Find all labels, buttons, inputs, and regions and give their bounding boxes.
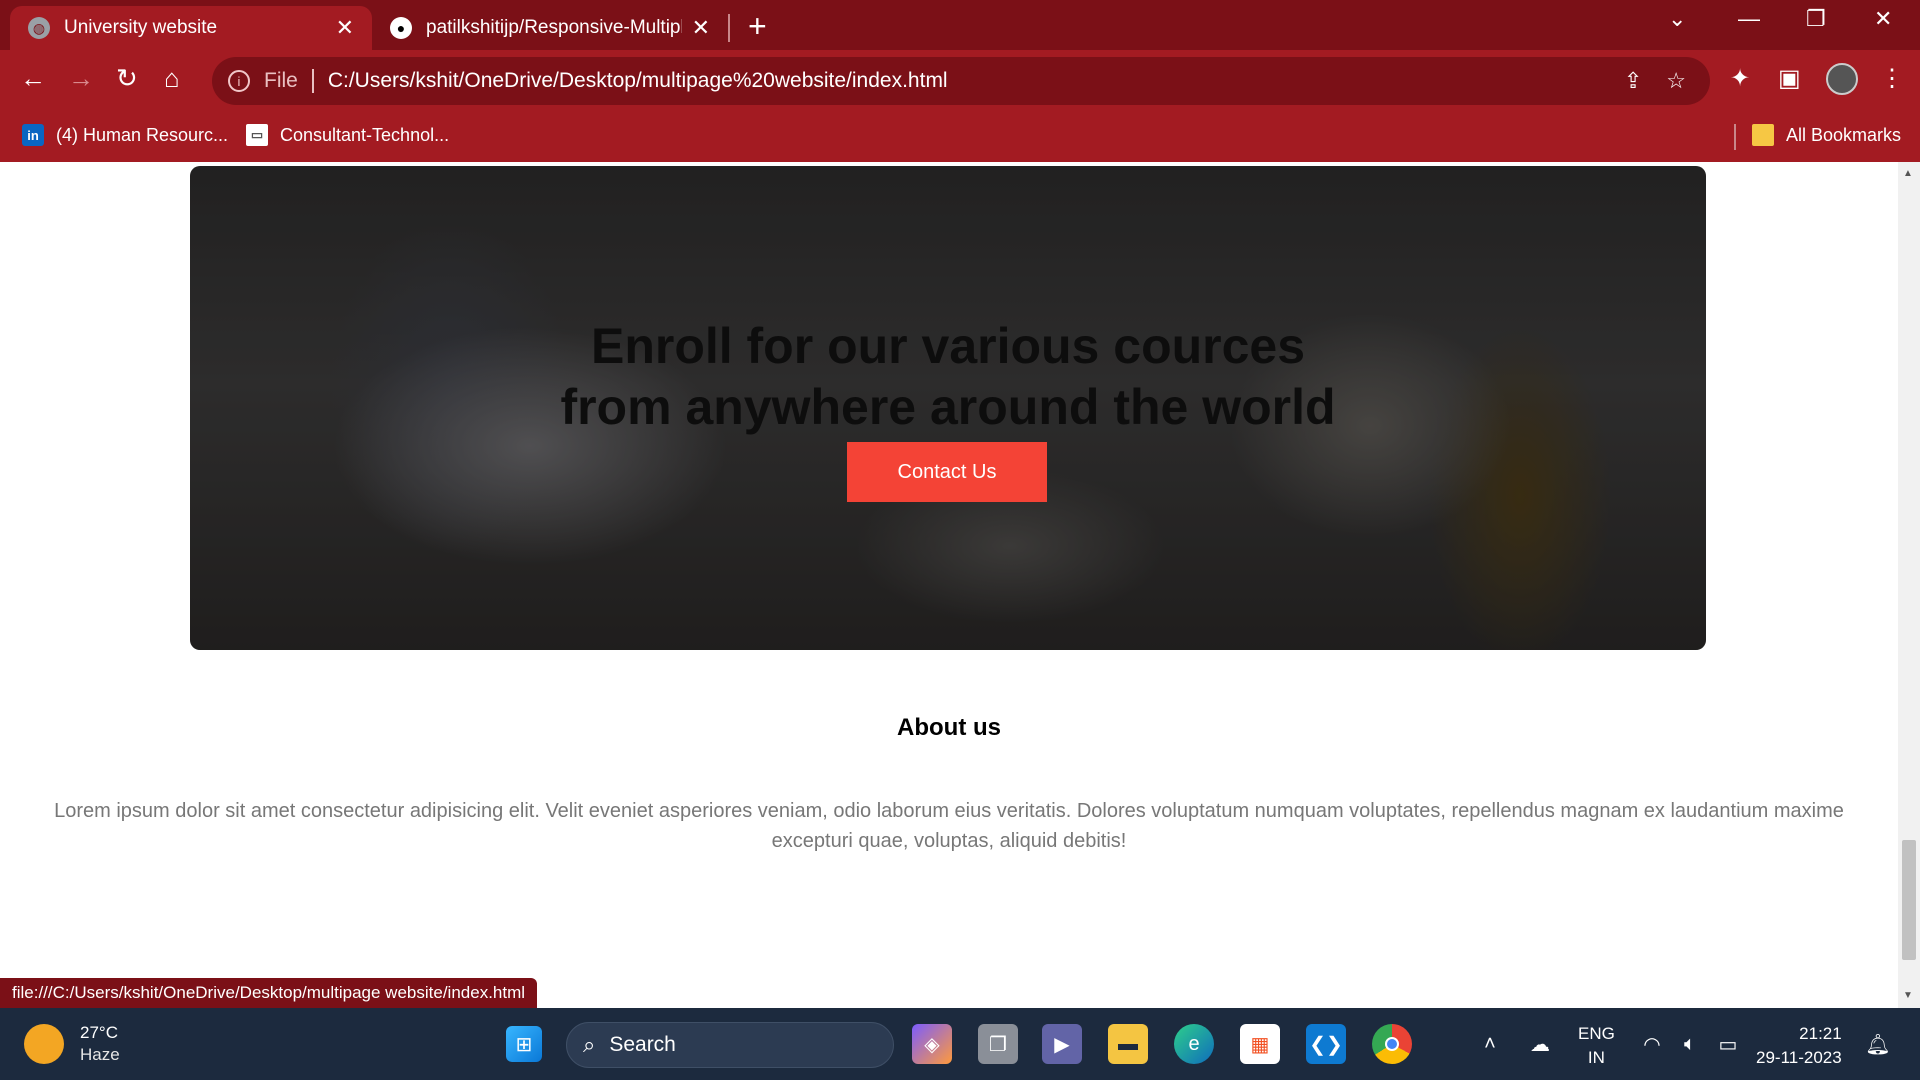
browser-toolbar: ← → ↻ ⌂ i File C:/Users/kshit/OneDrive/D… [0, 50, 1920, 112]
start-icon[interactable]: ⊞ [506, 1026, 542, 1062]
tab-search-icon[interactable]: ⌄ [1668, 6, 1686, 32]
hero-heading: Enroll for our various cources from anyw… [190, 316, 1706, 438]
close-icon[interactable]: ✕ [336, 15, 354, 41]
copilot-icon[interactable]: ◈ [912, 1024, 952, 1064]
language-indicator[interactable]: ENG IN [1578, 1022, 1615, 1070]
site-icon: ▭ [246, 124, 268, 146]
chrome-icon[interactable] [1372, 1024, 1412, 1064]
about-text: Lorem ipsum dolor sit amet consectetur a… [54, 800, 1844, 852]
system-clock[interactable]: 21:21 29-11-2023 [1756, 1022, 1842, 1070]
notification-bell-icon[interactable]: 🔔︎ [1858, 1024, 1898, 1064]
volume-icon[interactable]: 🔈︎ [1670, 1024, 1710, 1064]
weather-condition: Haze [80, 1045, 120, 1064]
bookmark-label: Consultant-Technol... [280, 124, 450, 145]
info-icon[interactable]: i [228, 70, 250, 92]
linkedin-icon: in [22, 124, 44, 146]
battery-icon[interactable]: ▭ [1708, 1024, 1748, 1064]
about-title: About us [897, 714, 1001, 741]
tab-github[interactable]: ● patilkshitijp/Responsive-Multiple ✕ [372, 6, 728, 50]
bookmark-human-resources[interactable]: in (4) Human Resourc... [22, 124, 228, 146]
file-explorer-icon[interactable]: ▬ [1108, 1024, 1148, 1064]
scheme-label: File [264, 69, 298, 92]
bookmark-label: (4) Human Resourc... [56, 124, 229, 145]
hero-heading-line2: from anywhere around the world [560, 379, 1336, 435]
share-icon[interactable]: ⇪ [1624, 68, 1642, 94]
reload-icon[interactable]: ↻ [116, 63, 138, 94]
window-close-icon[interactable]: ✕ [1874, 6, 1892, 32]
weather-temp: 27°C [80, 1023, 118, 1042]
all-bookmarks[interactable]: All Bookmarks [1752, 124, 1901, 146]
page-viewport: Enroll for our various cources from anyw… [0, 162, 1898, 1008]
bookmarks-bar: in (4) Human Resourc... ▭ Consultant-Tec… [0, 112, 1920, 162]
scrollbar-thumb[interactable] [1902, 840, 1916, 960]
url-text[interactable]: C:/Users/kshit/OneDrive/Desktop/multipag… [328, 69, 1624, 93]
clock-date: 29-11-2023 [1756, 1048, 1842, 1067]
language-line2: IN [1587, 1048, 1605, 1067]
vscode-icon[interactable]: ❮❯ [1306, 1024, 1346, 1064]
bookmarks-divider [1734, 124, 1736, 150]
new-tab-icon[interactable]: + [748, 8, 767, 45]
bookmark-consultant[interactable]: ▭ Consultant-Technol... [246, 124, 449, 146]
task-view-icon[interactable]: ❐ [978, 1024, 1018, 1064]
language-line1: ENG [1578, 1024, 1615, 1043]
hero-banner: Enroll for our various cources from anyw… [190, 166, 1706, 650]
tab-strip: ◍ University website ✕ ● patilkshitijp/R… [0, 0, 1920, 50]
contact-us-button[interactable]: Contact Us [847, 442, 1047, 502]
chevron-up-icon[interactable]: ˄ [1470, 1024, 1510, 1064]
weather-widget[interactable]: 27°C Haze [24, 1022, 120, 1066]
github-icon: ● [390, 17, 412, 39]
wifi-icon[interactable]: ◠ [1632, 1024, 1672, 1064]
side-panel-icon[interactable]: ▣ [1778, 64, 1801, 93]
taskbar-search[interactable]: ⌕ Search [566, 1022, 894, 1068]
address-divider [311, 69, 314, 93]
page-scrollbar[interactable]: ▲ ▼ [1898, 162, 1920, 1008]
profile-avatar[interactable] [1826, 63, 1858, 95]
close-icon[interactable]: ✕ [692, 15, 710, 41]
globe-icon: ◍ [28, 17, 50, 39]
address-bar[interactable]: i File C:/Users/kshit/OneDrive/Desktop/m… [212, 57, 1710, 105]
menu-icon[interactable]: ⋮ [1880, 64, 1904, 93]
back-icon[interactable]: ← [20, 63, 46, 94]
clock-time: 21:21 [1799, 1024, 1842, 1043]
hero-heading-line1: Enroll for our various cources [590, 318, 1306, 374]
search-label: Search [609, 1033, 676, 1056]
all-bookmarks-label: All Bookmarks [1786, 124, 1902, 145]
status-url-bubble: file:///C:/Users/kshit/OneDrive/Desktop/… [0, 978, 538, 1008]
scroll-down-icon[interactable]: ▼ [1903, 990, 1913, 1001]
tab-university-website[interactable]: ◍ University website ✕ [10, 6, 372, 50]
edge-icon[interactable]: e [1174, 1024, 1214, 1064]
onedrive-icon[interactable]: ☁ [1520, 1024, 1560, 1064]
scroll-up-icon[interactable]: ▲ [1903, 168, 1913, 179]
tab-title: patilkshitijp/Responsive-Multiple [426, 17, 682, 38]
folder-icon [1752, 124, 1774, 146]
home-icon[interactable]: ⌂ [164, 63, 180, 94]
star-icon[interactable]: ☆ [1666, 68, 1686, 94]
tab-title: University website [64, 17, 218, 38]
chat-icon[interactable]: ▶ [1042, 1024, 1082, 1064]
minimize-icon[interactable]: — [1738, 6, 1760, 32]
restore-icon[interactable]: ❐ [1806, 6, 1826, 32]
haze-icon [24, 1024, 64, 1064]
search-icon: ⌕ [583, 1032, 596, 1057]
forward-icon[interactable]: → [68, 63, 94, 94]
extensions-icon[interactable]: ✦ [1730, 64, 1750, 93]
tab-divider [728, 14, 730, 42]
store-icon[interactable]: ▦ [1240, 1024, 1280, 1064]
windows-taskbar: 27°C Haze ⊞ ⌕ Search ◈ ❐ ▶ ▬ e ▦ ❮❯ ˄ ☁ … [0, 1008, 1920, 1080]
